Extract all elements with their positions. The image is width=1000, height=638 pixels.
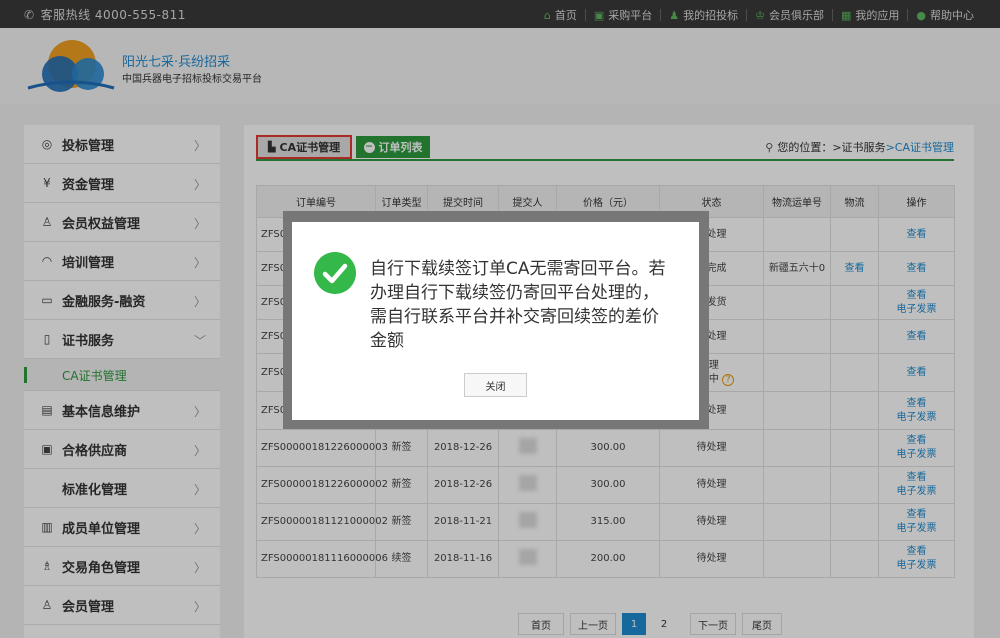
message-dialog: 自行下载续签订单CA无需寄回平台。若办理自行下载续签仍寄回平台处理的，需自行联系… [292,222,699,420]
dialog-message: 自行下载续签订单CA无需寄回平台。若办理自行下载续签仍寄回平台处理的，需自行联系… [370,259,666,351]
success-check-icon [314,252,356,294]
close-button[interactable]: 关闭 [464,373,527,397]
